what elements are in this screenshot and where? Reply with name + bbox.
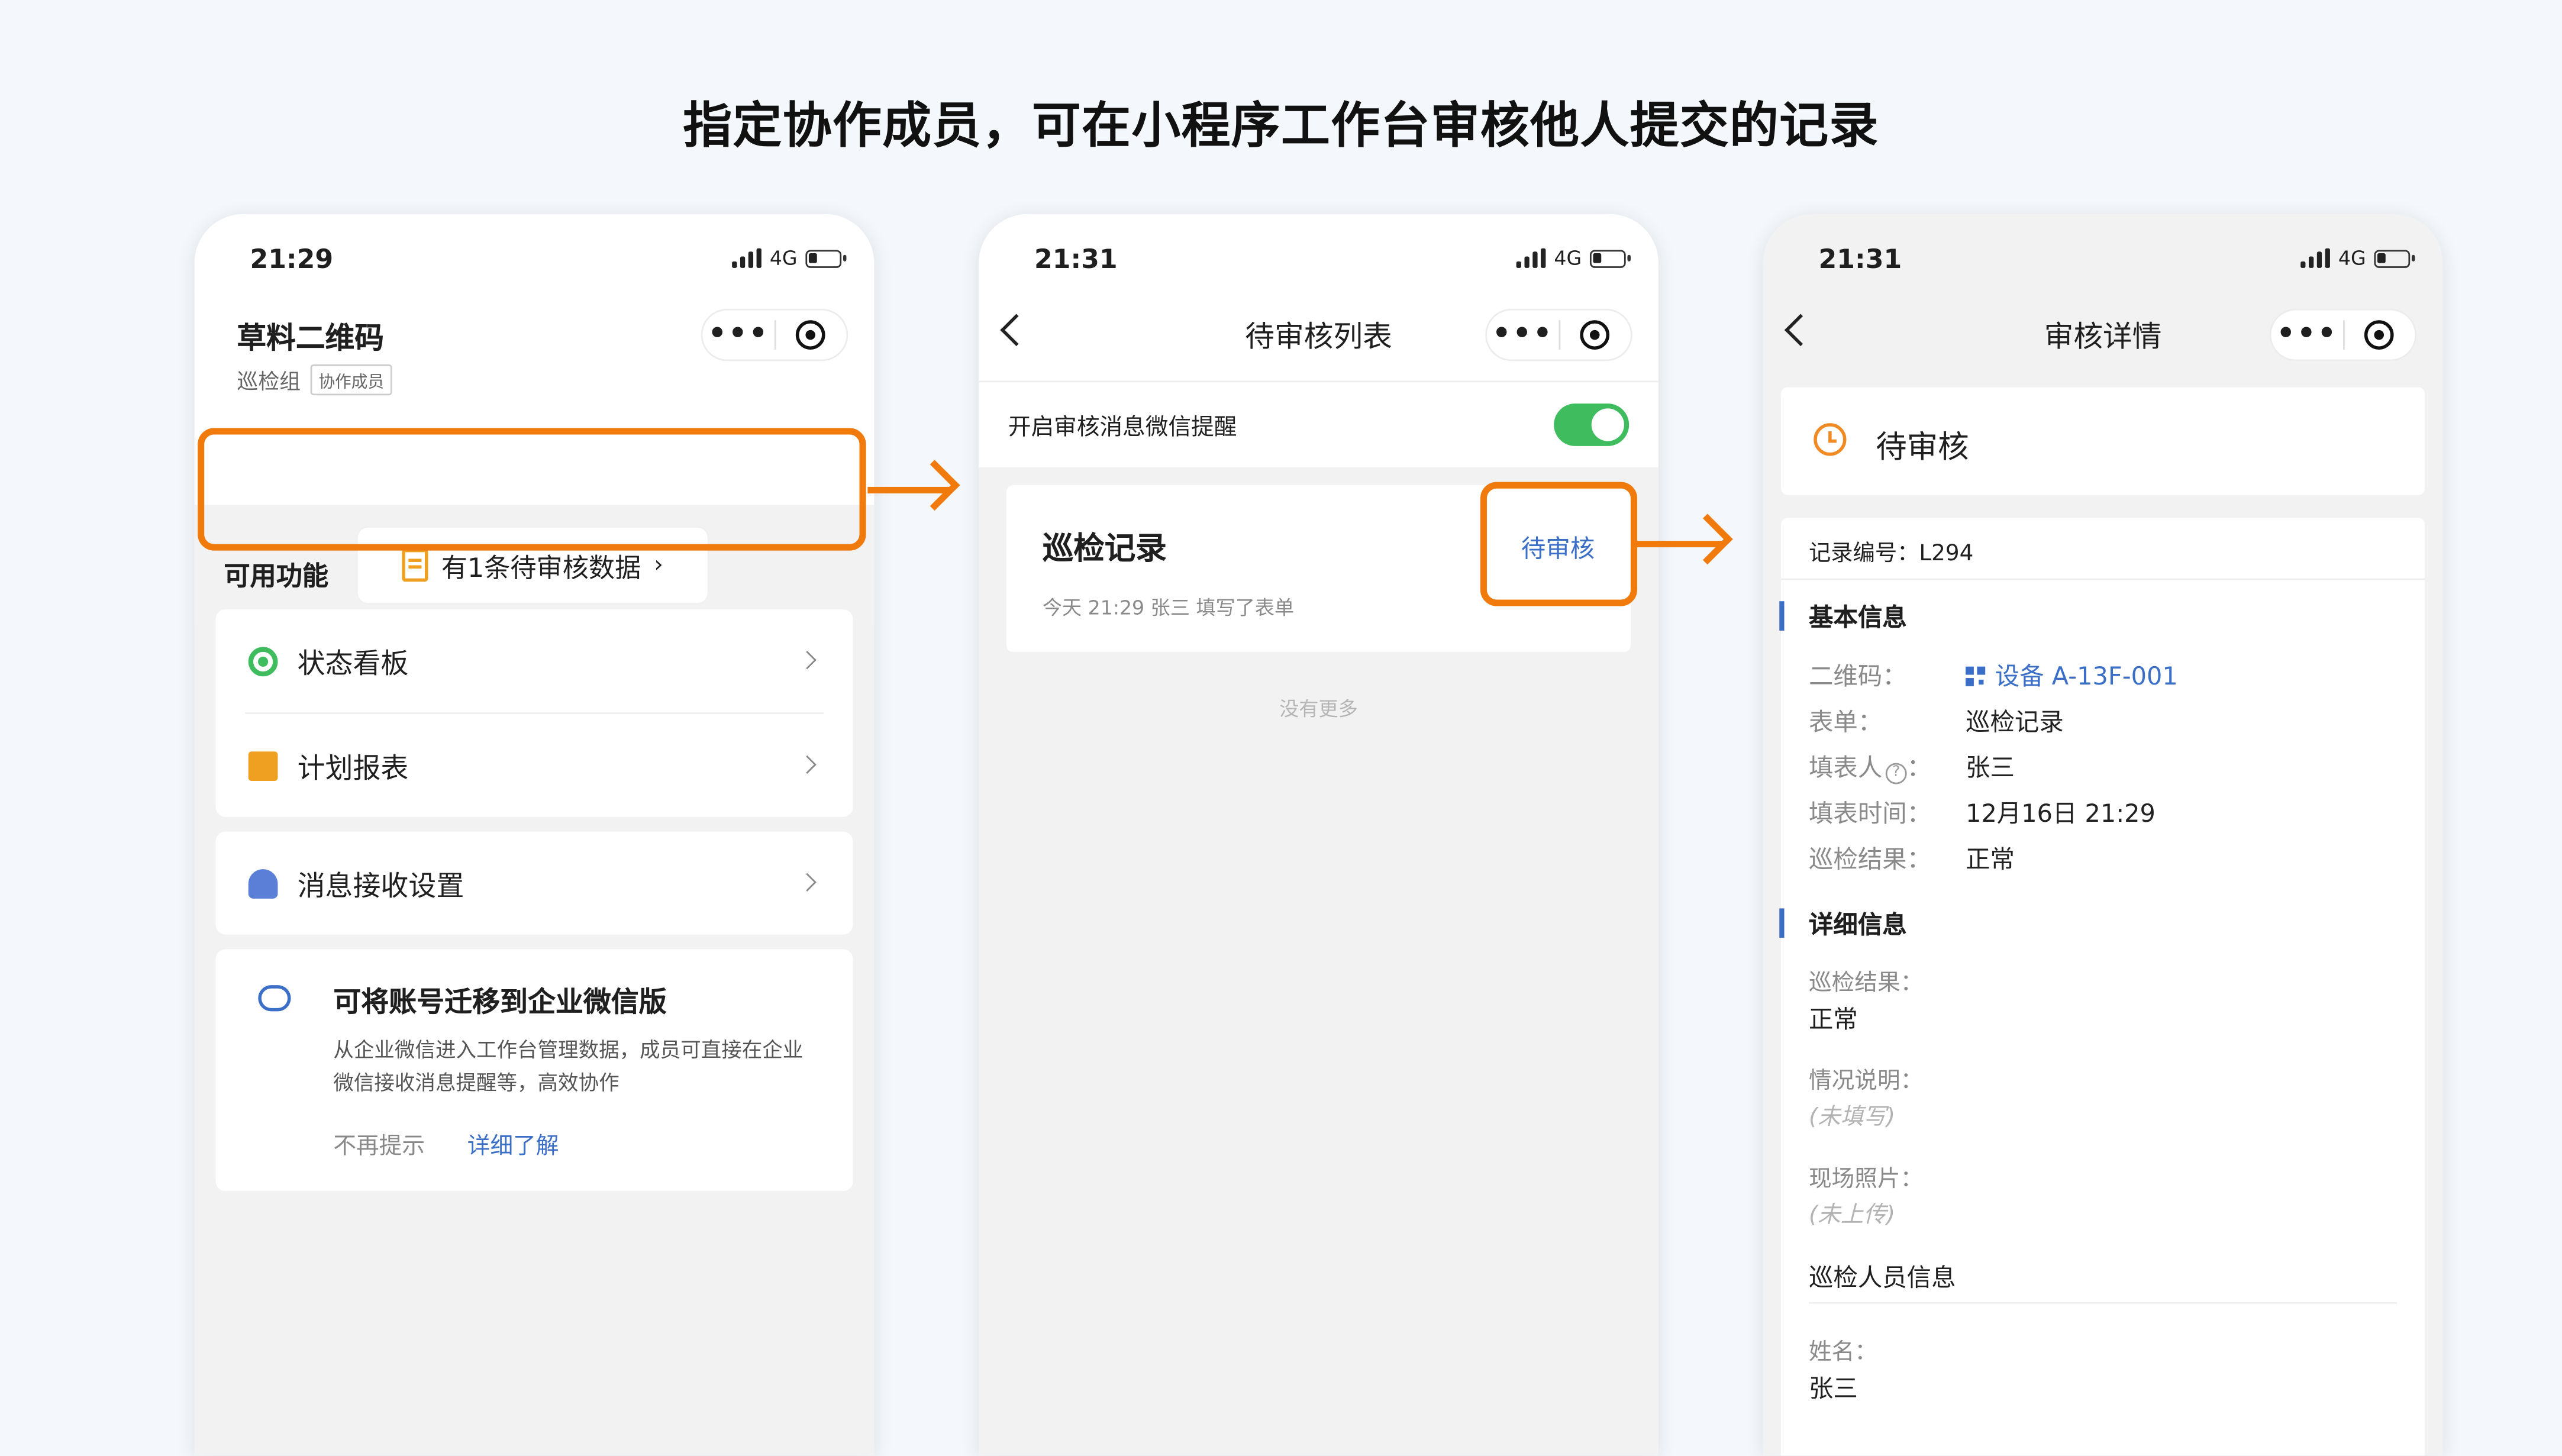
detail-note-value: (未填写)	[1808, 1104, 1896, 1131]
network-label: 4G	[2338, 246, 2366, 270]
wecom-chat-icon	[258, 985, 291, 1012]
inspector-name: 张三	[1808, 1374, 1858, 1404]
clipboard-check-icon	[248, 750, 278, 780]
mini-program-capsule: •••	[1485, 308, 1632, 361]
migrate-card: 可将账号迁移到企业微信版 从企业微信进入工作台管理数据，成员可直接在企业微信接收…	[215, 949, 853, 1192]
review-status: 待审核	[1876, 430, 1969, 466]
battery-icon	[2374, 249, 2415, 267]
wechat-reminder-row: 开启审核消息微信提醒	[979, 380, 1658, 467]
close-target-icon[interactable]	[776, 320, 847, 350]
status-bar: 21:31 4G	[1763, 214, 2443, 289]
battery-icon	[805, 249, 847, 267]
highlight-status-box	[1480, 482, 1638, 606]
chevron-right-icon	[798, 873, 817, 892]
role-tag: 协作成员	[310, 364, 392, 396]
more-icon[interactable]: •••	[702, 309, 775, 361]
signal-icon	[732, 248, 762, 268]
close-target-icon[interactable]	[2345, 320, 2415, 350]
section-inspector-info: 巡检人员信息	[1808, 1263, 1956, 1293]
network-label: 4G	[769, 246, 798, 270]
mini-program-capsule: •••	[701, 308, 848, 361]
clock-icon	[1814, 423, 1847, 456]
status-time: 21:29	[250, 243, 334, 275]
phone-home: 21:29 4G 草料二维码 巡检组 协作成员 有1条待审核数据 › ••• 可…	[194, 214, 875, 1456]
record-meta: 今天 21:29 张三 填写了表单	[1042, 596, 1295, 619]
wechat-reminder-toggle[interactable]	[1554, 403, 1630, 446]
settings-card: 消息接收设置	[215, 831, 853, 935]
flow-arrow	[867, 486, 950, 493]
qr-code-link[interactable]: 设备 A-13F-001	[1966, 658, 2178, 693]
chevron-right-icon	[798, 755, 817, 774]
status-board-icon	[248, 646, 278, 676]
help-icon[interactable]: ?	[1885, 763, 1907, 785]
menu-item-message-settings[interactable]: 消息接收设置	[216, 832, 853, 935]
page-headline: 指定协作成员，可在小程序工作台审核他人提交的记录	[683, 98, 1879, 156]
app-title: 草料二维码	[237, 322, 384, 357]
pending-review-label: 有1条待审核数据	[441, 552, 641, 583]
menu-item-status-board[interactable]: 状态看板	[216, 609, 853, 712]
status-time: 21:31	[1818, 243, 1902, 275]
bell-icon	[248, 868, 278, 898]
menu-item-plan-report[interactable]: 计划报表	[216, 714, 853, 817]
record-detail-card: 记录编号：L294 基本信息 二维码： 设备 A-13F-001 表单： 巡检记…	[1779, 518, 2425, 1456]
status-bar: 21:29 4G	[194, 214, 875, 289]
dismiss-link[interactable]: 不再提示	[333, 1129, 425, 1161]
battery-icon	[1589, 249, 1631, 267]
phone-review-detail: 21:31 4G 审核详情 ••• 待审核 记录编号：L294 基本信息 二维码…	[1763, 214, 2443, 1456]
group-name: 巡检组	[237, 370, 301, 396]
chevron-right-icon: ›	[654, 552, 663, 579]
more-icon[interactable]: •••	[2271, 309, 2343, 361]
mini-program-capsule: •••	[2269, 308, 2417, 361]
review-status-card: 待审核	[1781, 387, 2425, 495]
status-bar: 21:31 4G	[979, 214, 1658, 289]
qr-code-icon	[1966, 666, 1986, 686]
signal-icon	[2300, 248, 2331, 268]
close-target-icon[interactable]	[1560, 320, 1631, 350]
wechat-reminder-label: 开启审核消息微信提醒	[1008, 415, 1237, 441]
stage: 指定协作成员，可在小程序工作台审核他人提交的记录 21:29 4G 草料二维码 …	[0, 0, 2562, 1456]
learn-more-link[interactable]: 详细了解	[467, 1129, 559, 1161]
section-label: 可用功能	[224, 560, 329, 592]
section-basic-info: 基本信息	[1808, 602, 1907, 632]
detail-result-value: 正常	[1808, 1005, 1858, 1035]
migrate-description: 从企业微信进入工作台管理数据，成员可直接在企业微信接收消息提醒等，高效协作	[333, 1037, 804, 1095]
fill-time: 12月16日 21:29	[1966, 799, 2156, 829]
form-name: 巡检记录	[1966, 707, 2064, 737]
network-label: 4G	[1554, 246, 1582, 270]
more-icon[interactable]: •••	[1487, 309, 1559, 361]
status-time: 21:31	[1034, 243, 1118, 275]
document-icon	[402, 548, 428, 582]
migrate-title: 可将账号迁移到企业微信版	[333, 986, 667, 1020]
phone-review-list: 21:31 4G 待审核列表 ••• 开启审核消息微信提醒 巡检记录 今天 21…	[979, 214, 1658, 1456]
signal-icon	[1516, 248, 1546, 268]
record-title: 巡检记录	[1042, 531, 1167, 567]
filler-name: 张三	[1966, 753, 2015, 783]
no-more-label: 没有更多	[1279, 698, 1358, 721]
detail-photo-value: (未上传)	[1808, 1202, 1896, 1229]
highlight-pending-box	[198, 428, 866, 551]
inspection-result: 正常	[1966, 844, 2015, 874]
feature-card: 状态看板 计划报表	[215, 609, 853, 817]
chevron-right-icon	[798, 651, 817, 670]
section-detail-info: 详细信息	[1808, 910, 1907, 940]
flow-arrow	[1637, 541, 1722, 548]
record-number: 记录编号：L294	[1808, 541, 1974, 567]
